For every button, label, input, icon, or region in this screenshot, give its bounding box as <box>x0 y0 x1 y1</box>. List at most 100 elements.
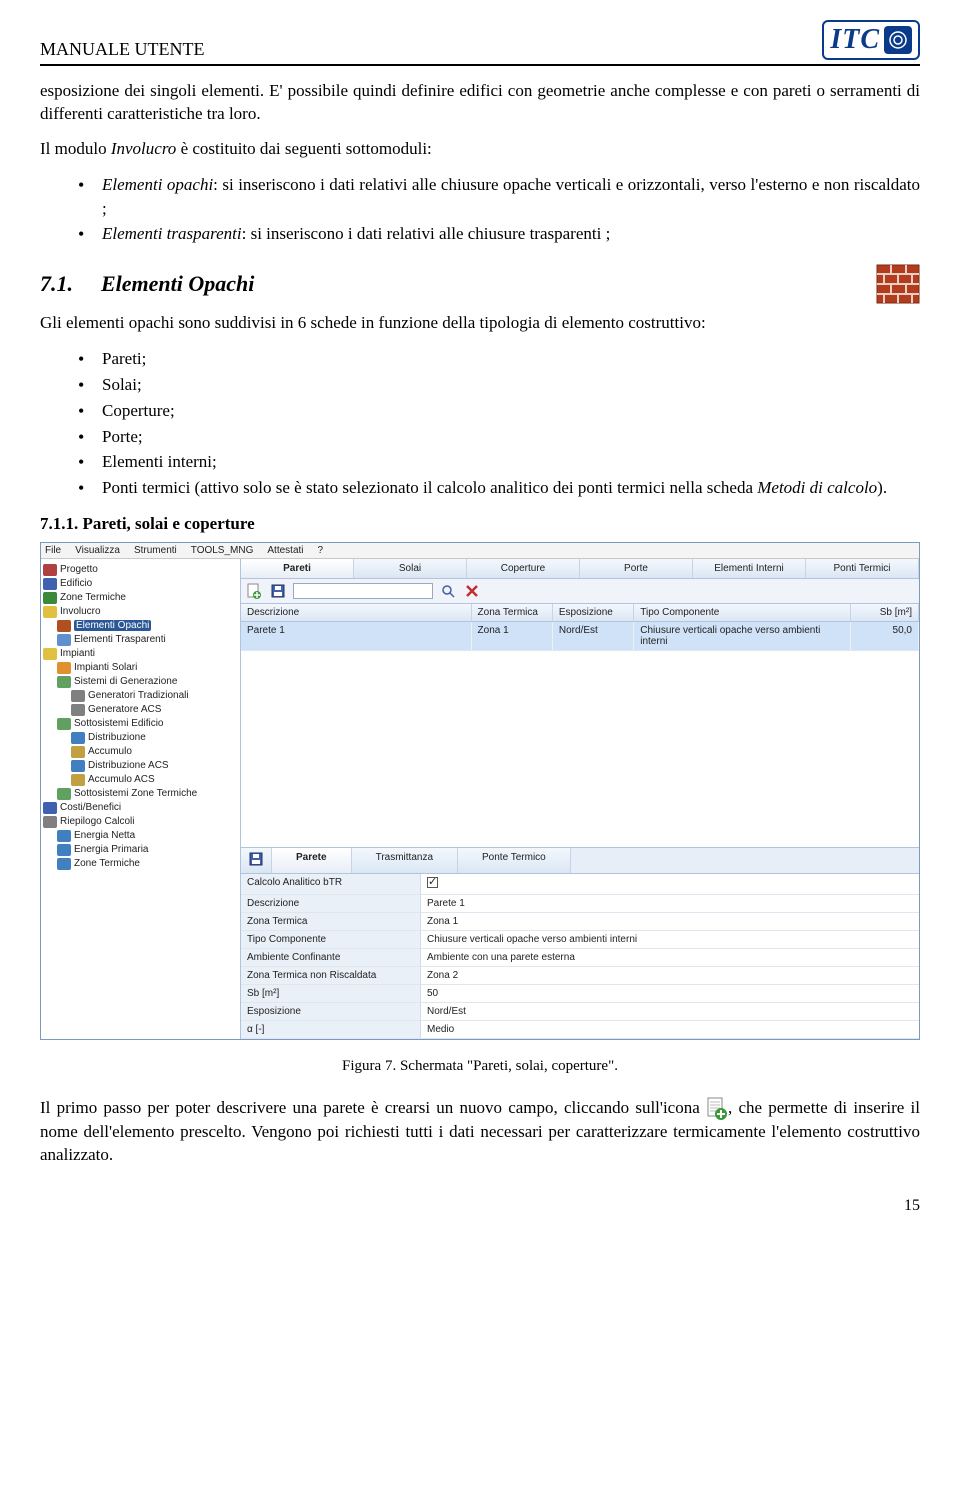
tree-item-label: Riepilogo Calcoli <box>60 816 134 827</box>
tree-item[interactable]: Sistemi di Generazione <box>43 675 238 689</box>
tree-node-icon <box>43 816 57 828</box>
property-row: EsposizioneNord/Est <box>241 1003 919 1021</box>
tab-elementi-interni[interactable]: Elementi Interni <box>693 559 806 578</box>
figure-caption: Figura 7. Schermata "Pareti, solai, cope… <box>40 1058 920 1075</box>
property-value[interactable]: Parete 1 <box>421 895 919 912</box>
tab-pareti[interactable]: Pareti <box>241 559 354 578</box>
tree-item-label: Involucro <box>60 606 101 617</box>
property-label: Descrizione <box>241 895 421 912</box>
tree-item[interactable]: Energia Netta <box>43 829 238 843</box>
save-detail-button[interactable] <box>241 848 272 873</box>
property-label: Esposizione <box>241 1003 421 1020</box>
menu-file[interactable]: File <box>45 545 61 556</box>
tree-node-icon <box>57 676 71 688</box>
col-tipo-componente[interactable]: Tipo Componente <box>634 604 851 621</box>
tree-item-label: Accumulo ACS <box>88 774 155 785</box>
search-button[interactable] <box>439 582 457 600</box>
filter-input[interactable] <box>293 583 433 599</box>
tree-item[interactable]: Generatori Tradizionali <box>43 689 238 703</box>
tab-ponte-termico[interactable]: Ponte Termico <box>458 848 571 873</box>
tree-item[interactable]: Progetto <box>43 563 238 577</box>
property-value[interactable]: 50 <box>421 985 919 1002</box>
navigation-tree[interactable]: ProgettoEdificioZone TermicheInvolucroEl… <box>41 559 241 1039</box>
tab-ponti-termici[interactable]: Ponti Termici <box>806 559 919 578</box>
toolbar <box>241 579 919 604</box>
text-italic: Elementi opachi <box>102 175 213 194</box>
tree-item[interactable]: Distribuzione <box>43 731 238 745</box>
tree-item[interactable]: Generatore ACS <box>43 703 238 717</box>
tree-item[interactable]: Accumulo ACS <box>43 773 238 787</box>
property-value[interactable] <box>421 874 919 894</box>
list-item: Coperture; <box>78 399 920 423</box>
tree-item[interactable]: Sottosistemi Edificio <box>43 717 238 731</box>
tree-item-label: Sottosistemi Zone Termiche <box>74 788 197 799</box>
property-value[interactable]: Zona 1 <box>421 913 919 930</box>
property-value[interactable]: Medio <box>421 1021 919 1038</box>
menu-help[interactable]: ? <box>318 545 324 556</box>
tab-coperture[interactable]: Coperture <box>467 559 580 578</box>
tree-node-icon <box>71 690 85 702</box>
property-row: α [-]Medio <box>241 1021 919 1039</box>
tree-item[interactable]: Edificio <box>43 577 238 591</box>
tree-node-icon <box>57 620 71 632</box>
tree-item[interactable]: Energia Primaria <box>43 843 238 857</box>
menu-attestati[interactable]: Attestati <box>267 545 303 556</box>
text: : si inseriscono i dati relativi alle ch… <box>242 224 611 243</box>
add-button[interactable] <box>245 582 263 600</box>
tree-item[interactable]: Distribuzione ACS <box>43 759 238 773</box>
tree-item-label: Elementi Trasparenti <box>74 634 166 645</box>
menu-visualizza[interactable]: Visualizza <box>75 545 120 556</box>
checkbox[interactable] <box>427 877 438 888</box>
tree-item[interactable]: Riepilogo Calcoli <box>43 815 238 829</box>
tab-trasmittanza[interactable]: Trasmittanza <box>352 848 458 873</box>
tree-item[interactable]: Sottosistemi Zone Termiche <box>43 787 238 801</box>
menu-strumenti[interactable]: Strumenti <box>134 545 177 556</box>
paragraph-intro-2: Il modulo Involucro è costituito dai seg… <box>40 138 920 161</box>
tree-item[interactable]: Elementi Opachi <box>43 619 238 633</box>
col-sb[interactable]: Sb [m²] <box>851 604 919 621</box>
grid-row[interactable]: Parete 1 Zona 1 Nord/Est Chiusure vertic… <box>241 622 919 651</box>
delete-button[interactable] <box>463 582 481 600</box>
tree-item-label: Sottosistemi Edificio <box>74 718 163 729</box>
tree-item[interactable]: Impianti <box>43 647 238 661</box>
tree-node-icon <box>57 858 71 870</box>
property-row: Zona TermicaZona 1 <box>241 913 919 931</box>
tree-item[interactable]: Zone Termiche <box>43 591 238 605</box>
property-value[interactable]: Ambiente con una parete esterna <box>421 949 919 966</box>
paragraph-intro-1: esposizione dei singoli elementi. E' pos… <box>40 80 920 126</box>
tree-item[interactable]: Costi/Benefici <box>43 801 238 815</box>
col-esposizione[interactable]: Esposizione <box>553 604 634 621</box>
tree-item[interactable]: Accumulo <box>43 745 238 759</box>
tree-node-icon <box>71 746 85 758</box>
list-item: Pareti; <box>78 347 920 371</box>
tab-parete[interactable]: Parete <box>272 848 352 873</box>
save-button[interactable] <box>269 582 287 600</box>
tree-item-label: Edificio <box>60 578 92 589</box>
text: : si inseriscono i dati relativi alle ch… <box>102 175 920 218</box>
tree-node-icon <box>57 634 71 646</box>
list-item: Elementi opachi: si inseriscono i dati r… <box>78 173 920 221</box>
col-descrizione[interactable]: Descrizione <box>241 604 472 621</box>
tree-item-label: Progetto <box>60 564 98 575</box>
tree-item[interactable]: Zone Termiche <box>43 857 238 871</box>
tree-item-label: Sistemi di Generazione <box>74 676 177 687</box>
property-row: Tipo ComponenteChiusure verticali opache… <box>241 931 919 949</box>
property-value[interactable]: Chiusure verticali opache verso ambienti… <box>421 931 919 948</box>
tree-item[interactable]: Elementi Trasparenti <box>43 633 238 647</box>
col-zona-termica[interactable]: Zona Termica <box>472 604 553 621</box>
app-screenshot: File Visualizza Strumenti TOOLS_MNG Atte… <box>40 542 920 1040</box>
tree-node-icon <box>57 788 71 800</box>
menubar: File Visualizza Strumenti TOOLS_MNG Atte… <box>41 543 919 559</box>
tree-item[interactable]: Impianti Solari <box>43 661 238 675</box>
menu-tools-mng[interactable]: TOOLS_MNG <box>191 545 254 556</box>
add-document-icon <box>706 1097 728 1121</box>
tree-node-icon <box>43 802 57 814</box>
tree-item[interactable]: Involucro <box>43 605 238 619</box>
tab-solai[interactable]: Solai <box>354 559 467 578</box>
property-row: Calcolo Analitico bTR <box>241 874 919 895</box>
tab-porte[interactable]: Porte <box>580 559 693 578</box>
property-label: Calcolo Analitico bTR <box>241 874 421 894</box>
property-value[interactable]: Nord/Est <box>421 1003 919 1020</box>
property-value[interactable]: Zona 2 <box>421 967 919 984</box>
tree-item-label: Generatore ACS <box>88 704 161 715</box>
